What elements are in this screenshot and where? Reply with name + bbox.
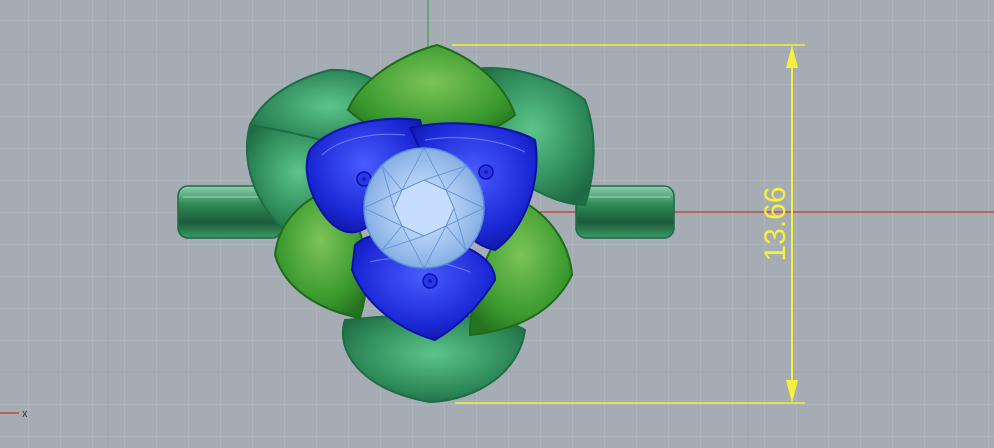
dimension-value[interactable]: 13.66	[759, 186, 792, 261]
viewport-canvas[interactable]: 13.66 x	[0, 0, 994, 448]
rhino-viewport-top[interactable]: 13.66 x	[0, 0, 994, 448]
x-axis-label: x	[22, 408, 28, 420]
gemstone[interactable]	[363, 147, 485, 269]
